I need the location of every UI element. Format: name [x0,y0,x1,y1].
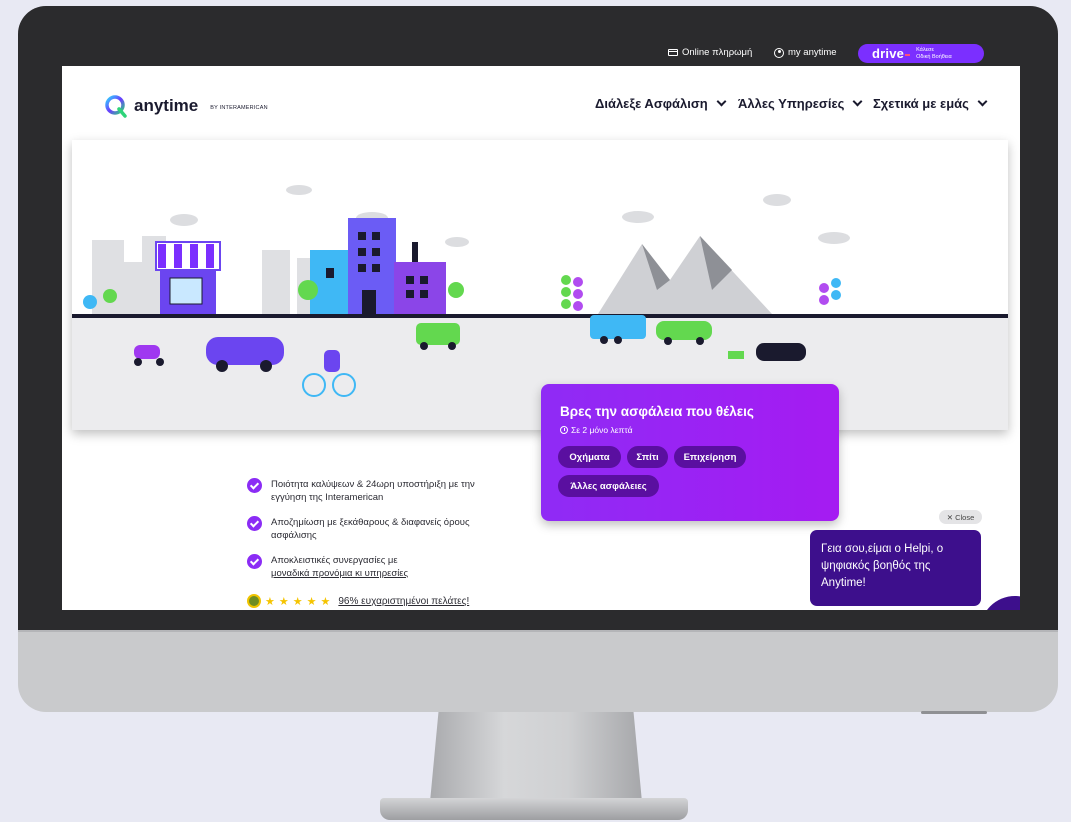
chip-vehicles[interactable]: Οχήματα [558,446,621,468]
credit-card-icon [668,49,678,56]
monitor-stand-base [380,798,688,820]
chip-other-insurance[interactable]: Άλλες ασφάλειες [558,475,659,497]
star-icon: ★ [265,595,275,608]
chevron-down-icon [977,96,988,107]
nav-choose-insurance-label: Διάλεξε Ασφάλιση [595,96,708,111]
check-circle-icon [247,478,262,493]
drive-subtitle-line1: Κάλεσε [916,47,934,53]
widget-title: Βρες την ασφάλεια που θέλεις [560,404,754,419]
benefit-text-line2: ασφάλισης [271,530,317,541]
benefit-text-line1: Αποζημίωση με ξεκάθαρους & διαφανείς όρο… [271,517,470,528]
drive-logo: drive [872,46,905,61]
drive-logo-mark [905,53,911,56]
monitor-chin-divider [18,630,1058,632]
user-icon [774,47,784,58]
city-road-illustration [72,185,1008,430]
drive-subtitle: Κάλεσε Οδική Βοήθεια [916,47,952,60]
chevron-down-icon [852,96,863,107]
monitor-chin-tab [921,711,987,714]
benefit-item: Αποκλειστικές συνεργασίες με μοναδικά πρ… [247,554,408,580]
benefits-perks-link[interactable]: μοναδικά προνόμια κι υπηρεσίες [271,568,408,579]
benefit-text: Ποιότητα καλύψεων & 24ωρη υποστήριξη με … [271,478,475,504]
chat-close-button[interactable]: ✕ Close [939,510,982,524]
benefit-text: Αποκλειστικές συνεργασίες με μοναδικά πρ… [271,554,408,580]
nav-other-services-label: Άλλες Υπηρεσίες [738,96,845,111]
online-payment-link[interactable]: Online πληρωμή [668,47,752,58]
logo-wordmark: anytime [134,96,199,115]
anytime-logo-mark-icon [105,95,127,118]
benefit-text: Αποζημίωση με ξεκάθαρους & διαφανείς όρο… [271,516,470,542]
nav-about-us-label: Σχετικά με εμάς [873,96,969,111]
benefit-item: Αποζημίωση με ξεκάθαρους & διαφανείς όρο… [247,516,470,542]
star-icon: ★ [306,595,317,608]
nav-about-us[interactable]: Σχετικά με εμάς [873,96,988,111]
nav-other-services[interactable]: Άλλες Υπηρεσίες [738,96,863,111]
my-anytime-label: my anytime [788,47,837,58]
logo-byline: BY INTERAMERICAN [210,104,268,111]
utility-bar: Online πληρωμή my anytime drive Κάλεσε Ο… [62,40,1020,66]
site-header: anytime BY INTERAMERICAN Διάλεξε Ασφάλισ… [62,66,1020,136]
benefit-text-line1: Αποκλειστικές συνεργασίες με [271,555,398,566]
star-icon: ★ [278,595,289,608]
customer-rating: ★ ★ ★ ★ ★ 96% ευχαριστημένοι πελάτες! [247,594,469,608]
drive-subtitle-line2: Οδική Βοήθεια [916,53,952,60]
my-anytime-link[interactable]: my anytime [774,47,837,58]
widget-subtitle: Σε 2 μόνο λεπτά [560,425,633,435]
drive-roadside-button[interactable]: drive Κάλεσε Οδική Βοήθεια [858,44,984,63]
insurance-finder-widget: Βρες την ασφάλεια που θέλεις Σε 2 μόνο λ… [541,384,839,521]
benefit-text-line1: Ποιότητα καλύψεων & 24ωρη υποστήριξη με … [271,479,475,490]
star-icon: ★ [292,595,303,608]
widget-subtitle-text: Σε 2 μόνο λεπτά [571,425,633,435]
anytime-logo[interactable]: anytime BY INTERAMERICAN [104,94,268,118]
website-screen: Online πληρωμή my anytime drive Κάλεσε Ο… [62,40,1020,610]
check-circle-icon [247,554,262,569]
chip-home[interactable]: Σπίτι [627,446,668,468]
chevron-down-icon [716,96,727,107]
chip-business[interactable]: Επιχείρηση [674,446,746,468]
star-icon: ★ [320,595,331,608]
check-circle-icon [247,516,262,531]
satisfaction-link[interactable]: 96% ευχαριστημένοι πελάτες! [338,596,469,607]
clock-icon [560,426,568,434]
rating-badge-icon [247,594,261,608]
online-payment-label: Online πληρωμή [682,47,753,58]
chatbot-bubble[interactable]: Γεια σου,είμαι ο Helpi, ο ψηφιακός βοηθό… [810,530,981,606]
benefit-text-line2: εγγύηση της Interamerican [271,492,384,503]
nav-choose-insurance[interactable]: Διάλεξε Ασφάλιση [595,96,727,111]
hero-illustration [72,140,1008,430]
benefit-item: Ποιότητα καλύψεων & 24ωρη υποστήριξη με … [247,478,475,504]
chatbot-launcher[interactable] [980,596,1020,610]
monitor-stand-neck [430,712,642,802]
